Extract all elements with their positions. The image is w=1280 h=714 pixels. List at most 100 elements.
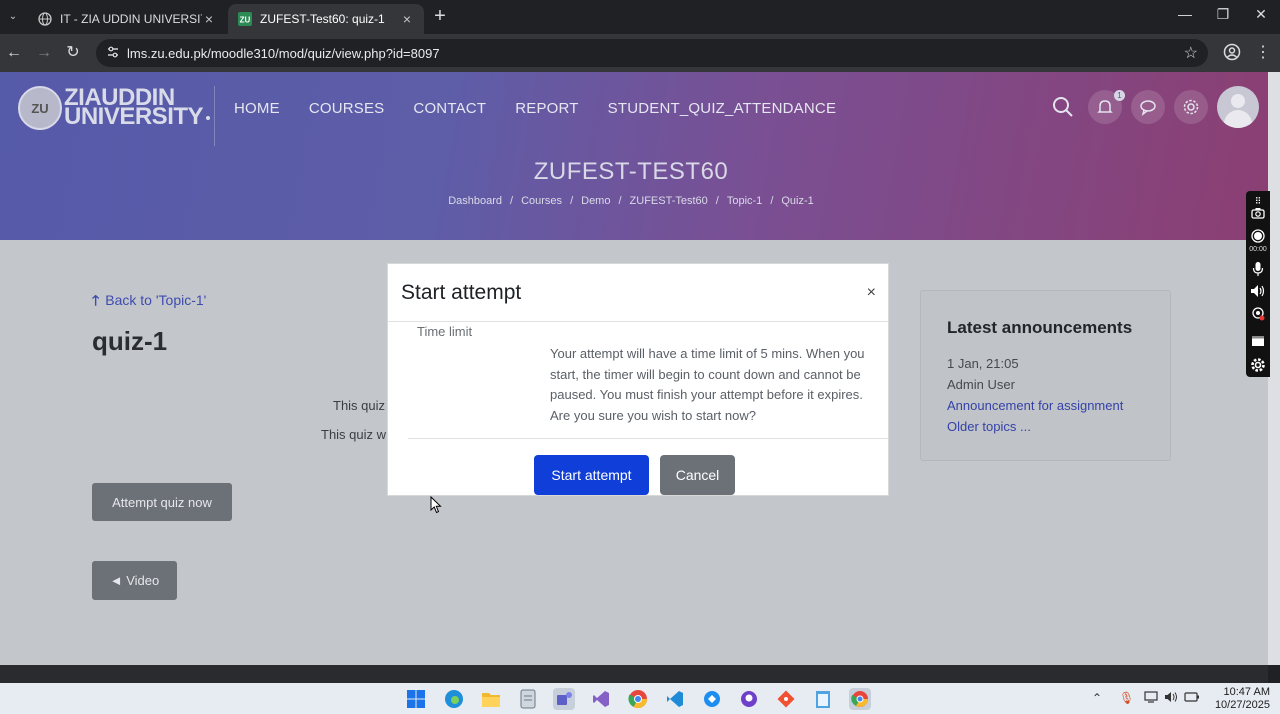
nav-contact[interactable]: CONTACT bbox=[413, 100, 486, 117]
nav-student-quiz-attendance[interactable]: STUDENT_QUIZ_ATTENDANCE bbox=[608, 100, 837, 117]
page-footer bbox=[0, 665, 1268, 683]
tab-quiz-1[interactable]: ZU ZUFEST-Test60: quiz-1 × bbox=[228, 4, 424, 34]
browser-menu-icon[interactable]: ⋮ bbox=[1253, 43, 1273, 63]
course-title: ZUFEST-TEST60 bbox=[533, 158, 729, 185]
announcement-author: Admin User bbox=[947, 377, 1015, 392]
breadcrumb-quiz[interactable]: Quiz-1 bbox=[781, 195, 813, 207]
visual-studio-icon[interactable] bbox=[590, 688, 612, 710]
older-topics-link[interactable]: Older topics ... bbox=[947, 419, 1031, 434]
time-limit-label: Time limit bbox=[417, 324, 473, 339]
microphone-icon[interactable] bbox=[1250, 261, 1266, 277]
zu-favicon: ZU bbox=[238, 12, 252, 26]
nav-home[interactable]: HOME bbox=[234, 100, 280, 117]
chrome-profile-icon[interactable] bbox=[849, 688, 871, 710]
microphone-in-use-icon[interactable]: 🎙 bbox=[1119, 691, 1134, 705]
back-arrow-icon[interactable]: ← bbox=[4, 43, 24, 63]
chrome-icon[interactable] bbox=[627, 688, 649, 710]
mouse-cursor-icon bbox=[430, 496, 442, 514]
reload-icon[interactable]: ↻ bbox=[63, 43, 83, 63]
logo-dot bbox=[206, 116, 210, 120]
url-text[interactable]: lms.zu.edu.pk/moodle310/mod/quiz/view.ph… bbox=[127, 46, 440, 61]
user-avatar[interactable] bbox=[1217, 86, 1259, 128]
volume-icon[interactable] bbox=[1164, 691, 1178, 706]
maximize-icon[interactable]: ❐ bbox=[1213, 6, 1233, 23]
breadcrumb-courses[interactable]: Courses bbox=[521, 195, 562, 207]
edge-browser-icon[interactable] bbox=[443, 688, 465, 710]
breadcrumb-demo[interactable]: Demo bbox=[581, 195, 610, 207]
speaker-icon[interactable] bbox=[1250, 284, 1266, 300]
vscode-icon[interactable] bbox=[664, 688, 686, 710]
previous-activity-video-button[interactable]: ◄ Video bbox=[92, 561, 177, 600]
settings-gear-icon[interactable] bbox=[1250, 357, 1266, 373]
app-icon[interactable] bbox=[701, 688, 723, 710]
web-page: ZU ZIAUDDIN UNIVERSITY HOME COURSES CONTA… bbox=[0, 72, 1268, 665]
screen-window-icon[interactable] bbox=[1250, 335, 1266, 351]
site-header: ZU ZIAUDDIN UNIVERSITY HOME COURSES CONTA… bbox=[0, 72, 1268, 240]
settings-gear-icon[interactable] bbox=[1174, 90, 1208, 124]
forward-arrow-icon[interactable]: → bbox=[34, 43, 54, 63]
block-title: Latest announcements bbox=[947, 318, 1133, 337]
header-divider bbox=[214, 86, 215, 146]
breadcrumb-dashboard[interactable]: Dashboard bbox=[448, 195, 502, 207]
quiz-info-line: This quiz bbox=[333, 398, 386, 413]
webcam-off-icon[interactable] bbox=[1250, 307, 1266, 323]
notes-app-icon[interactable] bbox=[517, 688, 539, 710]
browser-tab-strip: ⌄ IT - ZIA UDDIN UNIVERSITY × ZU ZUFEST-… bbox=[0, 0, 1280, 34]
logo-emblem-icon: ZU bbox=[18, 86, 62, 130]
clock-time: 10:47 AM bbox=[1223, 686, 1270, 698]
start-attempt-button[interactable]: Start attempt bbox=[534, 455, 649, 495]
network-icon[interactable] bbox=[1144, 691, 1158, 706]
screen-recorder-widget: ⠿ 00:00 bbox=[1246, 191, 1270, 377]
teams-app-icon[interactable] bbox=[553, 688, 575, 710]
minimize-icon[interactable]: — bbox=[1175, 6, 1195, 22]
messages-icon[interactable] bbox=[1131, 90, 1165, 124]
time-limit-message: Your attempt will have a time limit of 5… bbox=[550, 346, 865, 423]
battery-icon[interactable] bbox=[1184, 691, 1200, 705]
announcement-link[interactable]: Announcement for assignment bbox=[947, 398, 1123, 413]
tab-close-icon[interactable]: × bbox=[400, 11, 414, 27]
window-close-icon[interactable]: ✕ bbox=[1251, 6, 1271, 23]
windows-start-icon[interactable] bbox=[405, 688, 427, 710]
tab-title: IT - ZIA UDDIN UNIVERSITY bbox=[60, 12, 202, 26]
quiz-info-line: This quiz w bbox=[321, 427, 387, 442]
cancel-button[interactable]: Cancel bbox=[660, 455, 735, 495]
breadcrumb-topic[interactable]: Topic-1 bbox=[727, 195, 762, 207]
announcement-date: 1 Jan, 21:05 bbox=[947, 356, 1019, 371]
bookmark-star-icon[interactable]: ☆ bbox=[1184, 43, 1198, 63]
svg-text:ZU: ZU bbox=[240, 16, 251, 25]
tab-it-zia-uddin[interactable]: IT - ZIA UDDIN UNIVERSITY × bbox=[28, 4, 226, 34]
notepad-icon[interactable] bbox=[812, 688, 834, 710]
github-icon[interactable] bbox=[738, 688, 760, 710]
camera-icon[interactable] bbox=[1250, 207, 1266, 223]
profile-icon[interactable] bbox=[1222, 43, 1242, 63]
tray-chevron-up-icon[interactable]: ⌃ bbox=[1092, 691, 1102, 705]
attempt-quiz-button[interactable]: Attempt quiz now bbox=[92, 483, 232, 521]
back-link-text: Back to 'Topic-1' bbox=[105, 292, 207, 308]
new-tab-plus-icon[interactable]: + bbox=[430, 6, 450, 26]
record-icon[interactable] bbox=[1250, 229, 1266, 245]
nav-courses[interactable]: COURSES bbox=[309, 100, 385, 117]
breadcrumb-course[interactable]: ZUFEST-Test60 bbox=[630, 195, 708, 207]
university-logo[interactable]: ZU ZIAUDDIN UNIVERSITY bbox=[18, 86, 210, 134]
recording-timer: 00:00 bbox=[1249, 246, 1267, 253]
tab-search-chevron-icon[interactable]: ⌄ bbox=[4, 6, 22, 26]
clock-date: 10/27/2025 bbox=[1214, 699, 1270, 711]
tab-close-icon[interactable]: × bbox=[202, 11, 216, 27]
nav-report[interactable]: REPORT bbox=[515, 100, 578, 117]
start-attempt-dialog: Start attempt × Time limit Your attempt … bbox=[387, 263, 889, 496]
notification-count-badge: 1 bbox=[1114, 90, 1125, 101]
close-icon[interactable]: × bbox=[867, 284, 876, 302]
git-icon[interactable] bbox=[775, 688, 797, 710]
file-explorer-icon[interactable] bbox=[480, 688, 502, 710]
browser-toolbar: ← → ↻ lms.zu.edu.pk/moodle310/mod/quiz/v… bbox=[0, 34, 1280, 72]
globe-icon bbox=[38, 12, 52, 26]
divider bbox=[408, 438, 888, 439]
system-clock[interactable]: 10:47 AM 10/27/2025 bbox=[1210, 686, 1270, 712]
back-to-topic-link[interactable]: 🡑 Back to 'Topic-1' bbox=[92, 290, 206, 314]
up-arrow-icon: 🡑 bbox=[92, 292, 100, 308]
address-bar[interactable]: lms.zu.edu.pk/moodle310/mod/quiz/view.ph… bbox=[96, 39, 1208, 67]
windows-taskbar: ⌃ 🎙 10:47 AM 10/27/2025 bbox=[0, 683, 1280, 714]
site-info-icon[interactable] bbox=[106, 45, 122, 61]
dialog-title: Start attempt bbox=[401, 281, 522, 304]
search-icon[interactable] bbox=[1046, 90, 1080, 124]
